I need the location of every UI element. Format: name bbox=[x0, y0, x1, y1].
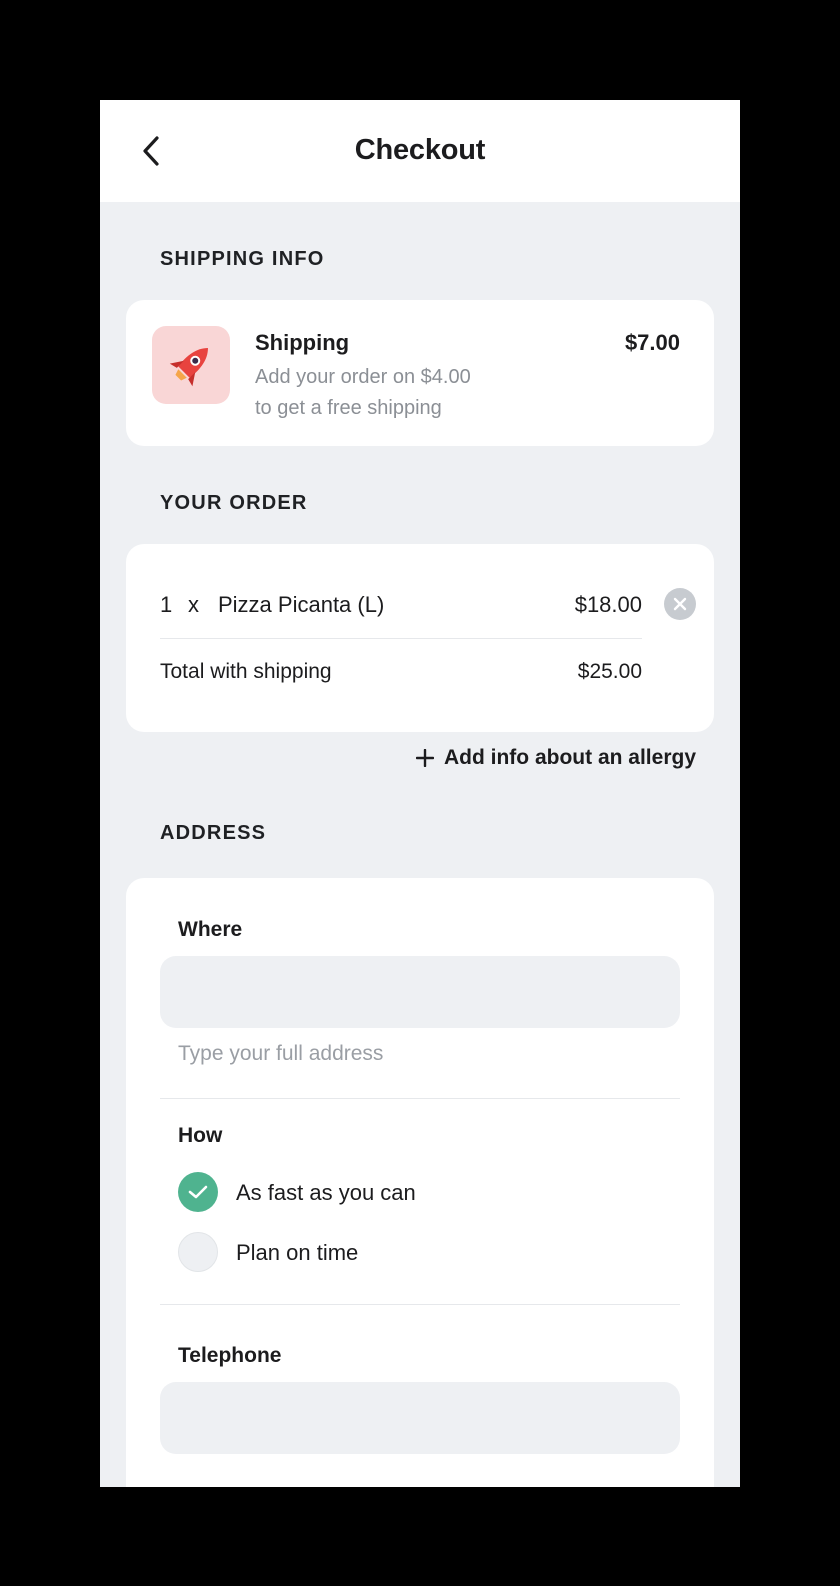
order-item-price: $18.00 bbox=[574, 592, 642, 617]
address-section-title: ADDRESS bbox=[160, 822, 267, 844]
telephone-input[interactable] bbox=[160, 1382, 680, 1454]
total-price: $25.00 bbox=[577, 660, 642, 683]
shipping-description-line2: to get a free shipping bbox=[255, 397, 442, 419]
close-icon bbox=[673, 597, 687, 611]
order-divider bbox=[160, 638, 642, 639]
address-hint: Type your full address bbox=[178, 1042, 384, 1065]
how-label: How bbox=[178, 1124, 223, 1147]
shipping-icon-tile bbox=[152, 326, 230, 404]
page-title: Checkout bbox=[354, 134, 486, 166]
order-item-quantity: 1 bbox=[160, 592, 173, 617]
shipping-description: Add your order on $4.00 to get a free sh… bbox=[255, 362, 555, 424]
address-card: Where Type your full address How As fast… bbox=[126, 878, 714, 1487]
address-divider bbox=[160, 1098, 680, 1099]
shipping-info-section-title: SHIPPING INFO bbox=[160, 248, 325, 270]
total-label: Total with shipping bbox=[160, 660, 332, 683]
shipping-price: $7.00 bbox=[624, 330, 680, 355]
header: Checkout bbox=[100, 100, 740, 202]
where-label: Where bbox=[178, 918, 243, 941]
plus-icon bbox=[415, 749, 434, 767]
address-input[interactable] bbox=[160, 956, 680, 1028]
checkout-screen: Checkout SHIPPING INFO Shipping Add your… bbox=[100, 100, 740, 1487]
shipping-description-line1: Add your order on $4.00 bbox=[255, 366, 471, 388]
delivery-option-plan-radio[interactable] bbox=[178, 1232, 218, 1272]
checkmark-icon bbox=[188, 1185, 208, 1199]
your-order-section-title: YOUR ORDER bbox=[160, 492, 308, 514]
how-divider bbox=[160, 1304, 680, 1305]
delivery-option-fast-label[interactable]: As fast as you can bbox=[236, 1180, 416, 1206]
shipping-name: Shipping bbox=[255, 330, 350, 355]
delivery-option-plan-label[interactable]: Plan on time bbox=[236, 1240, 358, 1266]
rocket-icon bbox=[169, 348, 208, 387]
order-card: 1 x Pizza Picanta (L) $18.00 Total with … bbox=[126, 544, 714, 732]
shipping-card: Shipping Add your order on $4.00 to get … bbox=[126, 300, 714, 446]
add-allergy-info-button[interactable]: Add info about an allergy bbox=[415, 746, 696, 770]
order-item-row: 1 x Pizza Picanta (L) $18.00 bbox=[160, 592, 642, 622]
order-item-name: Pizza Picanta (L) bbox=[218, 592, 385, 617]
order-total-row: Total with shipping $25.00 bbox=[160, 660, 642, 684]
add-allergy-info-label: Add info about an allergy bbox=[443, 746, 696, 769]
remove-item-button[interactable] bbox=[664, 588, 696, 620]
telephone-label: Telephone bbox=[178, 1344, 282, 1367]
order-item-multiplier: x bbox=[188, 592, 199, 617]
delivery-option-fast-radio[interactable] bbox=[178, 1172, 218, 1212]
